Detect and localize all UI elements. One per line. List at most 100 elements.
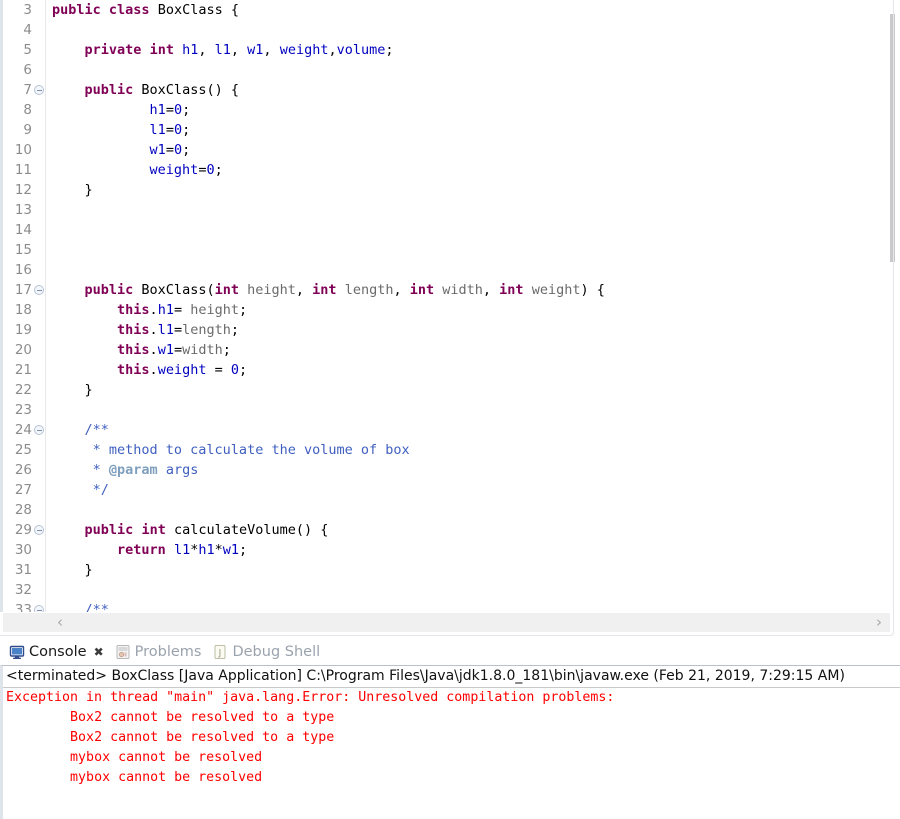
eclipse-ide-window: 3 4 5 6 7 8 9 10 11 12 13 14 15 16 17 18 19 20 21 22 23 24 25 2…: [0, 0, 900, 819]
console-icon: [9, 644, 25, 660]
code-line[interactable]: return l1*h1*w1;: [52, 540, 890, 560]
code-token: ;: [239, 362, 248, 378]
code-line[interactable]: }: [52, 560, 890, 580]
line-number: 18: [14, 302, 32, 318]
code-token: weight: [157, 362, 207, 378]
line-number: 29: [3, 520, 45, 540]
code-line[interactable]: * method to calculate the volume of box: [52, 440, 890, 460]
code-line[interactable]: [52, 580, 890, 600]
editor-code-area[interactable]: public class BoxClass { private int h1, …: [46, 0, 890, 612]
code-token: }: [52, 562, 93, 578]
problems-icon: [115, 644, 131, 660]
code-token: length: [344, 282, 394, 298]
code-token: ) {: [580, 282, 605, 298]
code-token: ,: [393, 282, 410, 298]
tab-problems[interactable]: Problems: [110, 639, 208, 665]
code-line[interactable]: public class BoxClass {: [52, 0, 890, 20]
code-line[interactable]: public BoxClass(int height, int length, …: [52, 280, 890, 300]
line-number: 8: [23, 102, 32, 118]
code-line[interactable]: * @param args: [52, 460, 890, 480]
fold-collapse-icon[interactable]: [34, 525, 44, 535]
tab-console[interactable]: Console ✖: [4, 639, 110, 665]
console-view: Console ✖ Problems J Debug Shell <termin…: [0, 637, 900, 819]
line-number: 30: [14, 542, 32, 558]
code-token: 0: [206, 162, 215, 178]
code-token: height: [190, 302, 239, 318]
code-token: public: [52, 2, 101, 18]
line-number: 31: [14, 562, 32, 578]
close-icon[interactable]: ✖: [94, 645, 104, 659]
code-line[interactable]: [52, 20, 890, 40]
code-line[interactable]: [52, 260, 890, 280]
editor-vertical-scrollbar[interactable]: [887, 0, 900, 612]
console-view-tabbar: Console ✖ Problems J Debug Shell: [0, 637, 900, 665]
code-token: int: [141, 522, 166, 538]
fold-collapse-icon[interactable]: [34, 85, 44, 95]
code-line[interactable]: this.w1=width;: [52, 340, 890, 360]
line-number: 21: [14, 362, 32, 378]
scroll-left-arrow-icon[interactable]: ‹: [51, 613, 69, 632]
code-line[interactable]: weight=0;: [52, 160, 890, 180]
editor-vertical-scrollbar-thumb[interactable]: [890, 14, 895, 262]
code-token: public: [84, 82, 134, 98]
line-number: 22: [14, 382, 32, 398]
code-line[interactable]: [52, 500, 890, 520]
code-token: ;: [230, 322, 240, 338]
code-line[interactable]: */: [52, 480, 890, 500]
code-token: w1: [149, 142, 166, 158]
code-token: int: [409, 282, 435, 298]
fold-collapse-icon[interactable]: [34, 285, 44, 295]
code-line[interactable]: this.l1=length;: [52, 320, 890, 340]
code-line[interactable]: l1=0;: [52, 120, 890, 140]
code-line[interactable]: [52, 400, 890, 420]
console-error-line: Exception in thread "main" java.lang.Err…: [6, 690, 615, 705]
code-token: calculateVolume() {: [165, 522, 329, 538]
code-token: volume: [336, 42, 386, 58]
code-line[interactable]: }: [52, 380, 890, 400]
code-line[interactable]: private int h1, l1, w1, weight,volume;: [52, 40, 890, 60]
code-line[interactable]: public int calculateVolume() {: [52, 520, 890, 540]
code-line[interactable]: public BoxClass() {: [52, 80, 890, 100]
fold-collapse-icon[interactable]: [34, 605, 44, 612]
scroll-right-arrow-icon[interactable]: ›: [870, 613, 888, 632]
code-line[interactable]: this.h1= height;: [52, 300, 890, 320]
line-number: 25: [14, 442, 32, 458]
code-token: ,: [230, 42, 248, 58]
code-token: =: [165, 102, 174, 118]
console-error-line: Box2 cannot be resolved to a type: [6, 710, 335, 725]
code-line[interactable]: [52, 240, 890, 260]
line-number: 17: [3, 280, 45, 300]
code-line[interactable]: this.weight = 0;: [52, 360, 890, 380]
code-line[interactable]: /**: [52, 600, 890, 612]
editor-body: 3 4 5 6 7 8 9 10 11 12 13 14 15 16 17 18 19 20 21 22 23 24 25 2…: [0, 0, 890, 612]
editor-horizontal-scrollbar[interactable]: ‹ ›: [3, 612, 890, 632]
console-output-area[interactable]: <terminated> BoxClass [Java Application]…: [0, 665, 900, 819]
code-token: /**: [52, 422, 109, 438]
code-token: 0: [173, 102, 183, 118]
fold-collapse-icon[interactable]: [34, 425, 44, 435]
code-token: ,: [482, 282, 500, 298]
code-token: height: [247, 282, 296, 298]
code-line[interactable]: /**: [52, 420, 890, 440]
code-line[interactable]: [52, 60, 890, 80]
console-error-line: Box2 cannot be resolved to a type: [6, 730, 335, 745]
code-token: h1: [182, 42, 199, 58]
code-line[interactable]: h1=0;: [52, 100, 890, 120]
code-token: BoxClass() {: [133, 82, 239, 98]
line-number: 28: [14, 502, 32, 518]
code-line[interactable]: [52, 200, 890, 220]
code-token: width: [442, 282, 483, 298]
code-line[interactable]: [52, 220, 890, 240]
editor-line-number-ruler[interactable]: 3 4 5 6 7 8 9 10 11 12 13 14 15 16 17 18 19 20 21 22 23 24 25 2…: [0, 0, 46, 612]
tab-debug-shell[interactable]: J Debug Shell: [207, 639, 326, 665]
code-line[interactable]: }: [52, 180, 890, 200]
code-line[interactable]: w1=0;: [52, 140, 890, 160]
